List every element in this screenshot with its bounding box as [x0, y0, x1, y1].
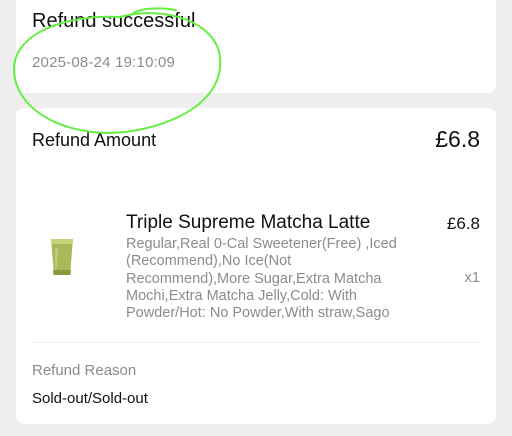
- product-quantity: x1: [464, 270, 480, 286]
- refund-reason-value: Sold-out/Sold-out: [32, 390, 148, 407]
- refund-amount-value: £6.8: [435, 126, 480, 152]
- product-name: Triple Supreme Matcha Latte: [126, 212, 371, 233]
- refund-details-card: Refund Amount £6.8 Triple Supreme Matcha…: [16, 108, 496, 424]
- refund-status-title: Refund successful: [32, 10, 196, 32]
- refund-status-timestamp: 2025-08-24 19:10:09: [32, 54, 176, 71]
- matcha-cup-icon: [51, 239, 73, 275]
- refund-status-card: Refund successful 2025-08-24 19:10:09: [16, 0, 496, 93]
- section-divider: [32, 342, 480, 343]
- product-options: Regular,Real 0-Cal Sweetener(Free) ,Iced…: [126, 236, 397, 322]
- refund-amount-label: Refund Amount: [32, 130, 157, 150]
- refund-reason-label: Refund Reason: [32, 362, 137, 379]
- product-price: £6.8: [446, 214, 480, 233]
